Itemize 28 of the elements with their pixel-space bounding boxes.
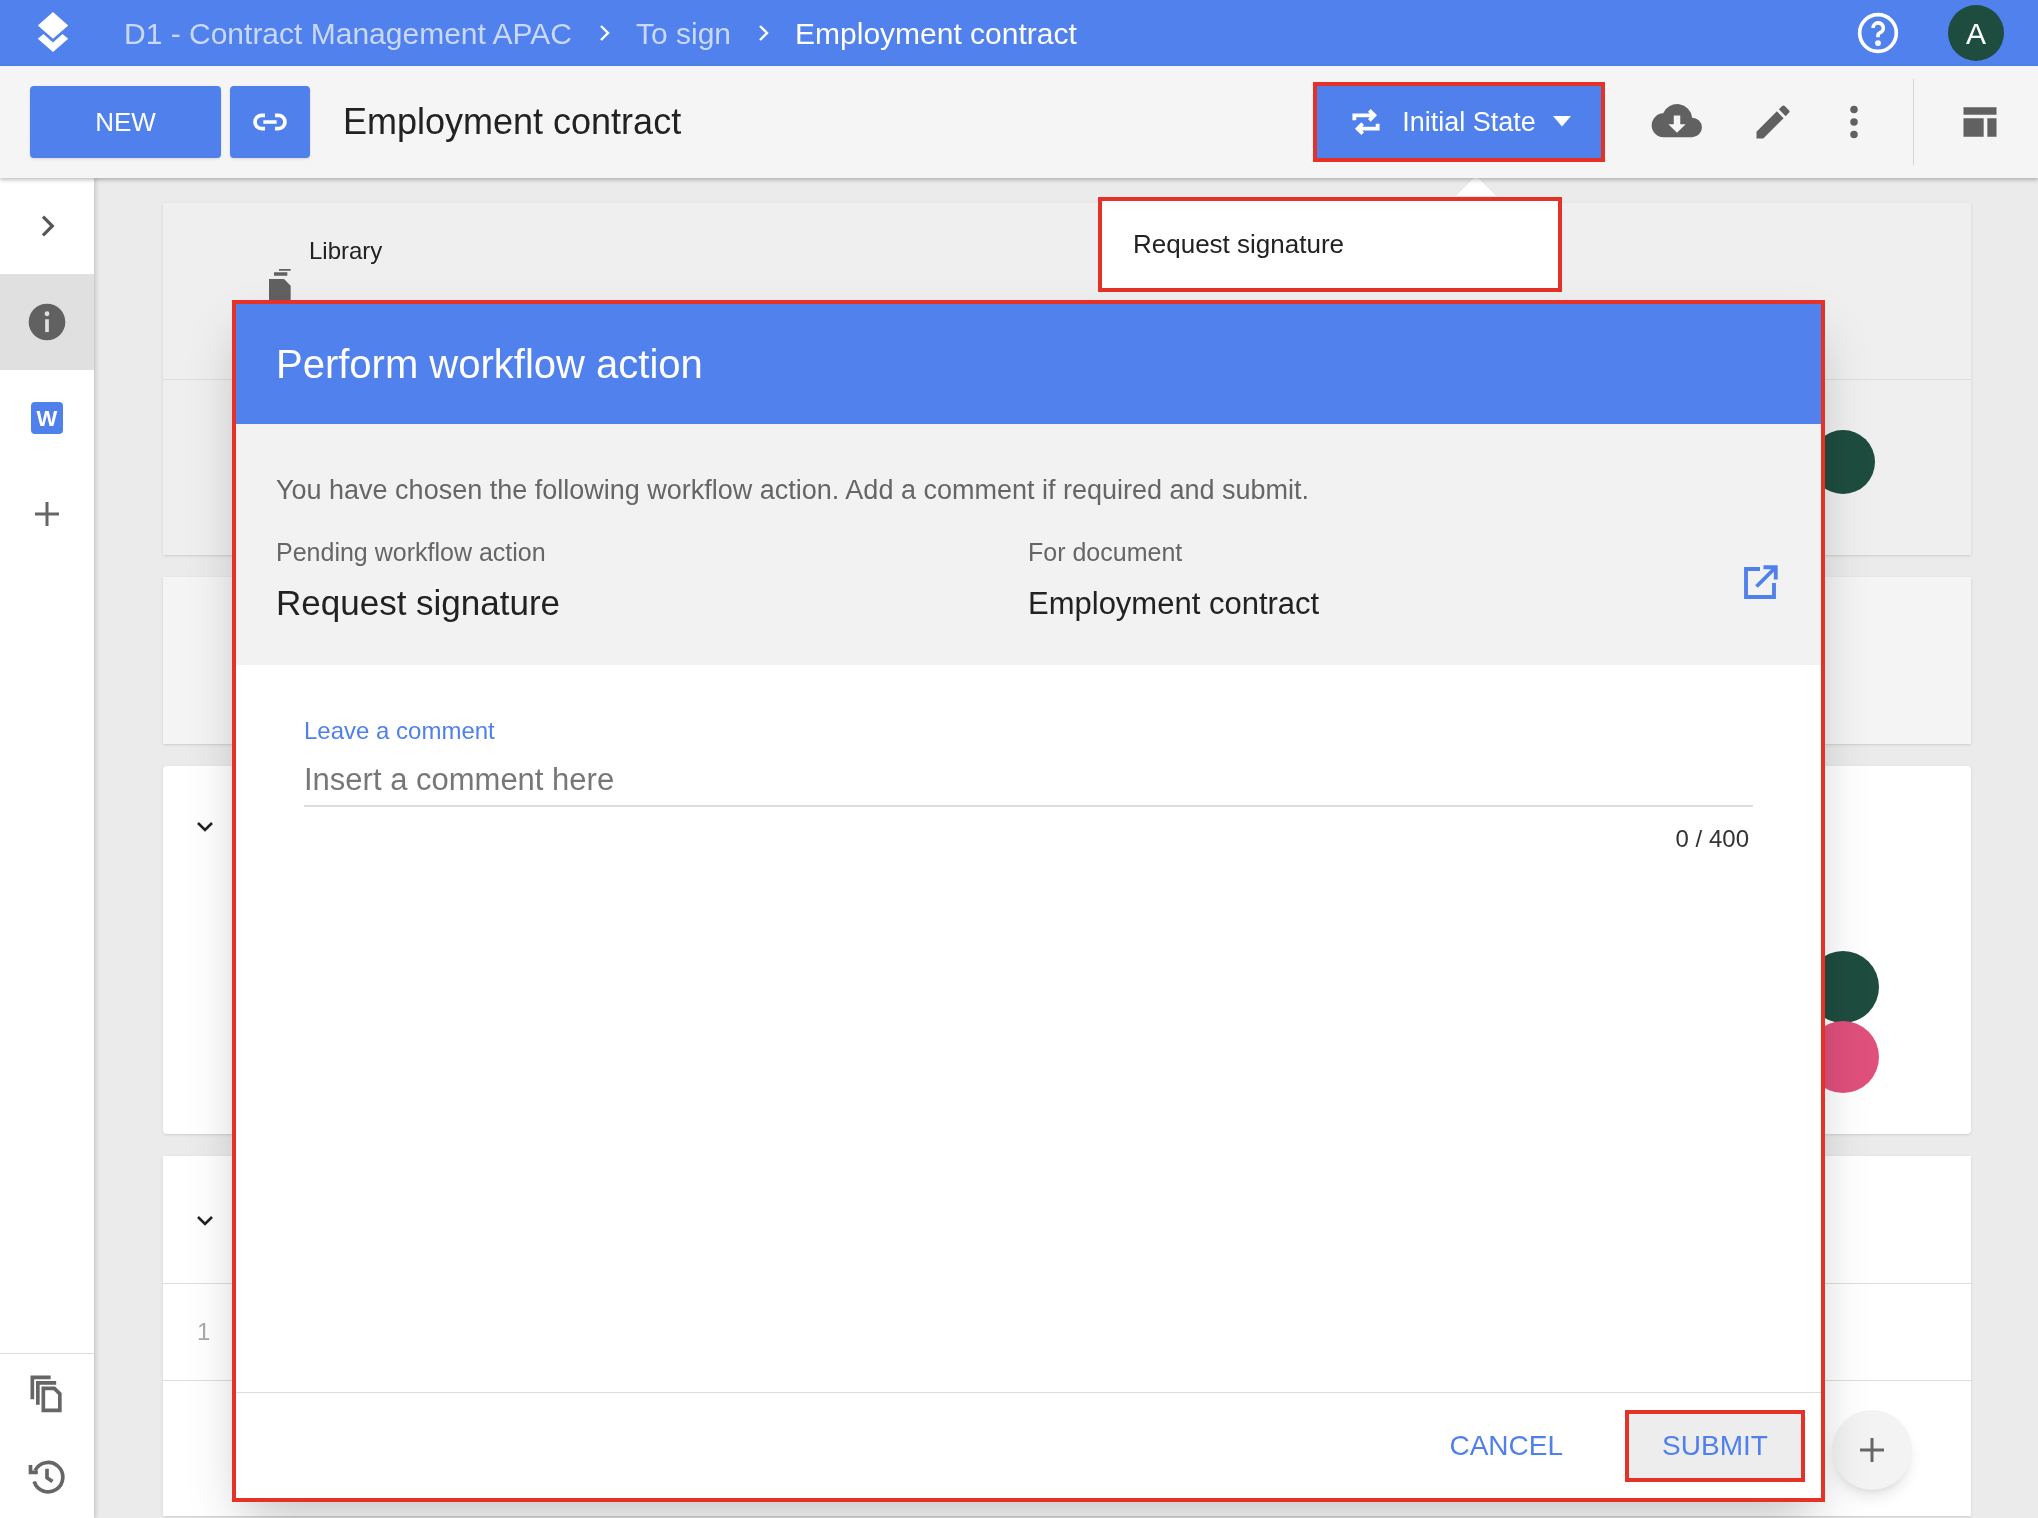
new-button[interactable]: NEW: [30, 86, 221, 158]
sidebar-item[interactable]: [0, 274, 94, 370]
word-icon: W: [31, 402, 63, 434]
caret-icon: [1551, 116, 1572, 128]
link-button[interactable]: [230, 86, 310, 158]
field-value: Request signature: [276, 582, 562, 624]
row-number: 1: [197, 1317, 211, 1347]
sidebar-item[interactable]: W: [0, 370, 94, 466]
library-label: Library: [309, 236, 383, 266]
help-icon[interactable]: [1856, 11, 1900, 55]
more-icon[interactable]: [1849, 105, 1859, 139]
field-value: Employment contract: [1028, 585, 1321, 623]
comment-input[interactable]: Insert a comment here: [304, 755, 1753, 807]
comment-label: Leave a comment: [304, 716, 496, 746]
breadcrumb-link[interactable]: To sign: [636, 10, 732, 56]
dialog-intro: You have chosen the following workflow action. Add a comment if required and submit.: [276, 474, 1311, 507]
user-avatar[interactable]: A: [1948, 5, 2004, 61]
cancel-button[interactable]: CANCEL: [1423, 1409, 1589, 1482]
breadcrumb-link[interactable]: Employment contract: [795, 10, 1077, 56]
submit-button[interactable]: SUBMIT: [1625, 1409, 1805, 1482]
dialog-title: Perform workflow action: [276, 341, 703, 388]
field-label: For document: [1028, 536, 1184, 568]
state-button[interactable]: Initial State: [1313, 82, 1605, 162]
field-label: Pending workflow action: [276, 536, 547, 568]
character-counter: 0 / 400: [1675, 824, 1749, 854]
breadcrumb-link[interactable]: D1 - Contract Management APAC: [124, 10, 572, 56]
document-title: Employment contract: [343, 100, 682, 144]
menu-item[interactable]: Request signature: [1102, 225, 1558, 264]
